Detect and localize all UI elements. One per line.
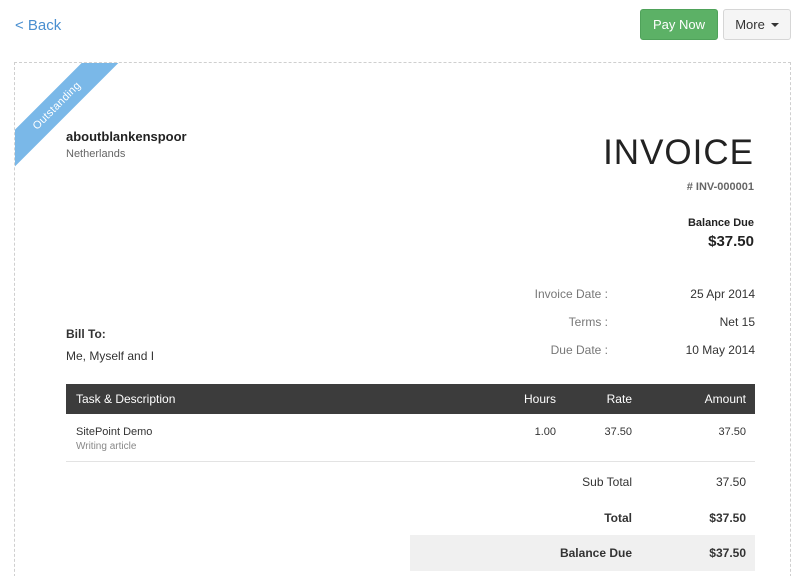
invoice-title: INVOICE xyxy=(603,133,754,172)
table-row: SitePoint Demo Writing article 1.00 37.5… xyxy=(66,418,755,462)
due-date-row: Due Date : 10 May 2014 xyxy=(495,343,755,363)
sub-total-label: Sub Total xyxy=(582,475,632,489)
pay-now-label: Pay Now xyxy=(652,17,706,32)
status-ribbon: Outstanding xyxy=(15,63,135,183)
header-hours: Hours xyxy=(523,392,556,406)
invoice-number: # INV-000001 xyxy=(686,181,754,193)
total-row: Total $37.50 xyxy=(410,500,755,536)
organization-country: Netherlands xyxy=(66,148,126,160)
sub-total-value: 37.50 xyxy=(715,475,746,489)
terms-value: Net 15 xyxy=(719,315,755,329)
balance-due-value: $37.50 xyxy=(708,233,754,250)
caret-down-icon xyxy=(770,22,779,27)
more-label: More xyxy=(735,17,765,32)
invoice-date-label: Invoice Date : xyxy=(534,287,608,301)
invoice-date-row: Invoice Date : 25 Apr 2014 xyxy=(495,287,755,307)
item-title: SitePoint Demo xyxy=(76,426,153,438)
due-date-label: Due Date : xyxy=(550,343,608,357)
bill-to-name: Me, Myself and I xyxy=(66,349,155,363)
balance-due-row: Balance Due $37.50 xyxy=(410,535,755,571)
balance-due-label: Balance Due xyxy=(687,217,754,229)
items-table-header: Task & Description Hours Rate Amount xyxy=(66,384,755,414)
due-date-value: 10 May 2014 xyxy=(685,343,755,357)
terms-row: Terms : Net 15 xyxy=(495,315,755,335)
sub-total-row: Sub Total 37.50 xyxy=(410,464,755,500)
item-description: Writing article xyxy=(76,441,137,452)
total-value: $37.50 xyxy=(709,511,746,525)
total-label: Total xyxy=(604,511,632,525)
header-amount: Amount xyxy=(704,392,746,406)
header-task: Task & Description xyxy=(76,392,176,406)
balance-due-row-value: $37.50 xyxy=(709,546,746,560)
invoice-document: Outstanding aboutblankenspoor Netherland… xyxy=(14,62,791,576)
balance-due-row-label: Balance Due xyxy=(559,546,632,560)
item-rate: 37.50 xyxy=(604,426,632,438)
item-amount: 37.50 xyxy=(718,426,746,438)
organization-name: aboutblankenspoor xyxy=(66,129,187,144)
back-link[interactable]: < Back xyxy=(15,17,61,34)
terms-label: Terms : xyxy=(568,315,608,329)
more-dropdown-button[interactable]: More xyxy=(723,9,791,40)
invoice-date-value: 25 Apr 2014 xyxy=(690,287,755,301)
pay-now-button[interactable]: Pay Now xyxy=(640,9,718,40)
top-toolbar: < Back Pay Now More xyxy=(0,0,800,50)
item-hours: 1.00 xyxy=(534,426,556,438)
bill-to-label: Bill To: xyxy=(66,327,106,341)
header-rate: Rate xyxy=(606,392,632,406)
